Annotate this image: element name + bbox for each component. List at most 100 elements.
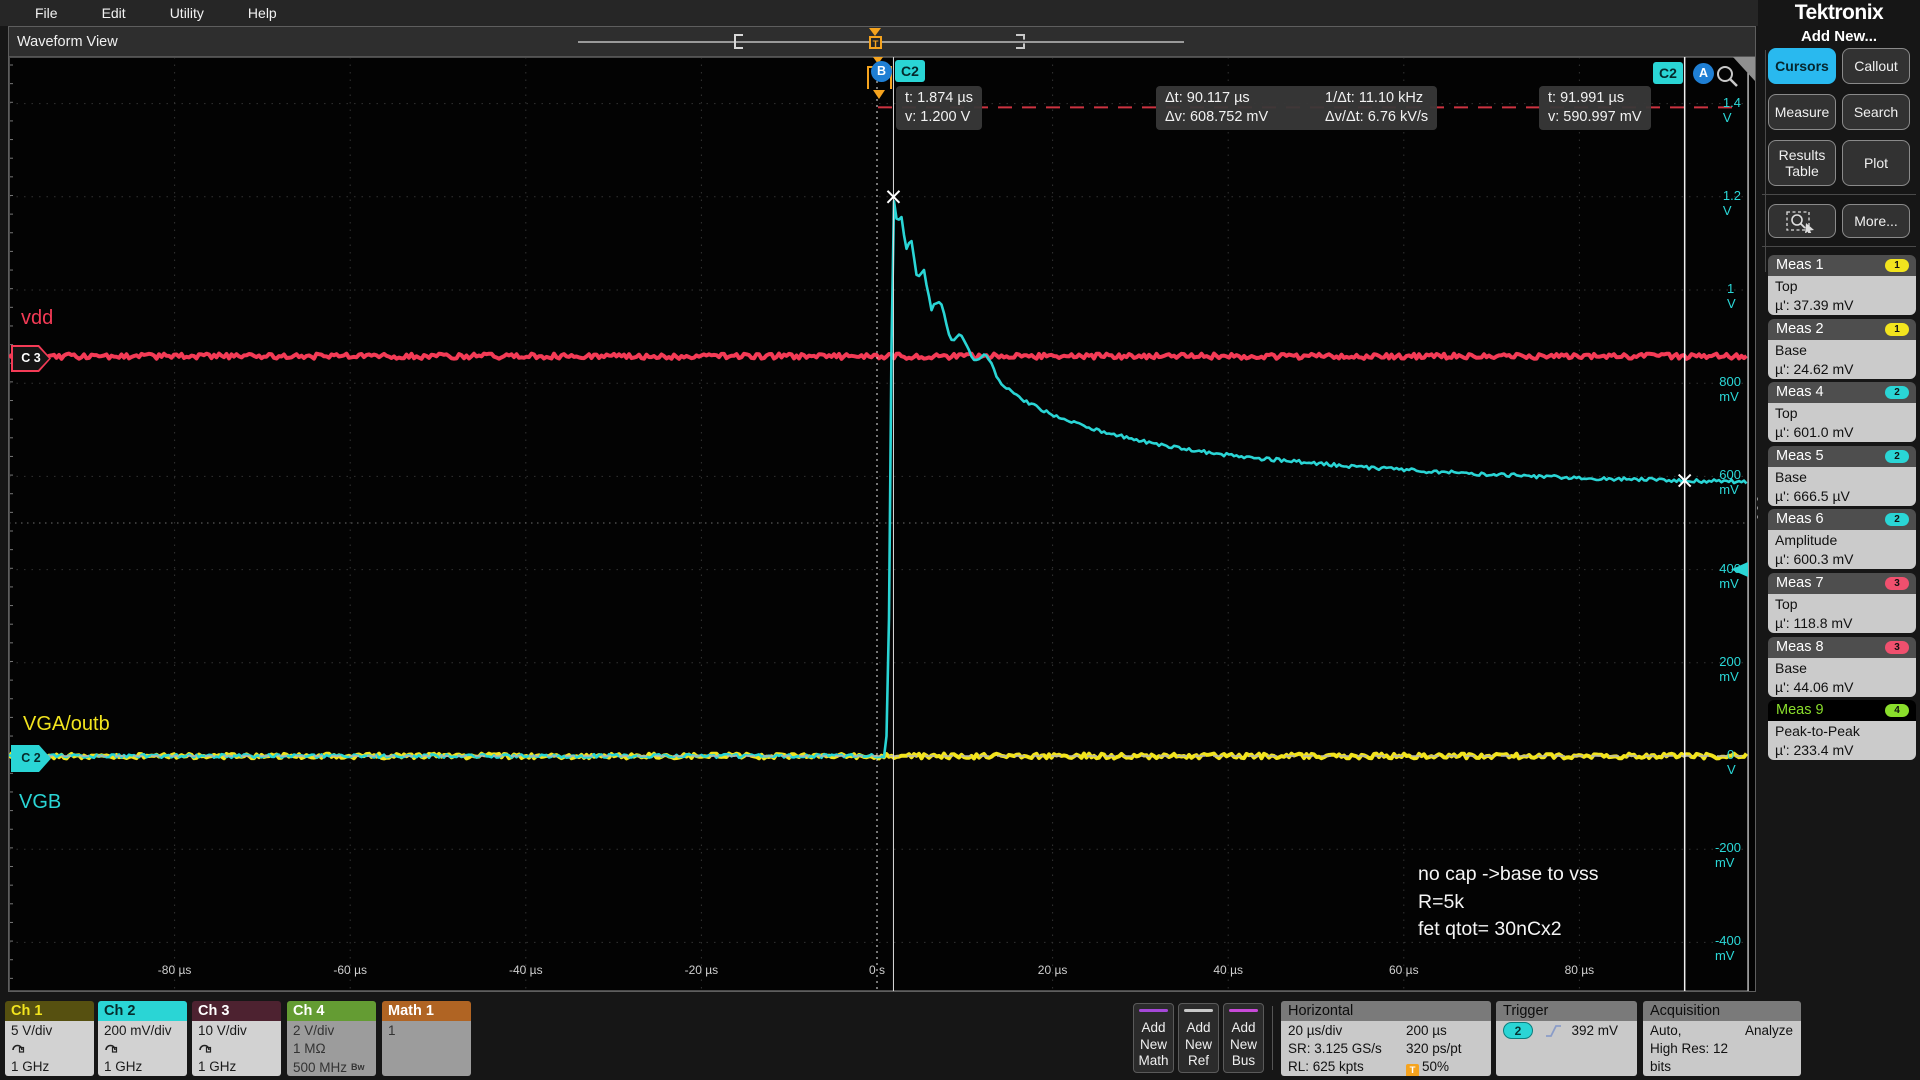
channel-info-row: 500 MHzBw <box>293 1058 376 1076</box>
meas-type: Top <box>1775 277 1916 296</box>
meas-card-header: Meas 83 <box>1768 637 1916 658</box>
y-axis-tick: 1.4 V <box>1723 95 1741 125</box>
x-axis-tick: 80 µs <box>1565 963 1595 977</box>
meas-type: Base <box>1775 468 1916 487</box>
channel-info-row: 1 GHz <box>198 1058 281 1076</box>
meas-value: µ': 600.3 mV <box>1775 550 1916 569</box>
channel-badge-ch2[interactable]: Ch 2200 mV/div1 GHz <box>98 1001 187 1076</box>
meas-type: Peak-to-Peak <box>1775 722 1916 741</box>
meas-type: Top <box>1775 404 1916 423</box>
meas-card-1[interactable]: Meas 1 1 Topµ': 37.39 mV <box>1768 255 1916 315</box>
sidebar-button-zoom-select[interactable] <box>1768 204 1836 238</box>
sidebar-button-label: Cursors <box>1775 58 1829 74</box>
meas-card-7[interactable]: Meas 83Baseµ': 44.06 mV <box>1768 637 1916 697</box>
x-axis-tick: 0 s <box>869 963 885 977</box>
sidebar-button-plot[interactable]: Plot <box>1842 140 1910 186</box>
channel-header: Ch 2 <box>98 1001 187 1021</box>
trigger-title: Trigger <box>1496 1001 1637 1021</box>
cursor-b-handle-badge[interactable]: B <box>871 61 892 82</box>
add-button-label: Add New Bus <box>1227 1020 1261 1070</box>
channel-body: 1 <box>382 1021 471 1076</box>
channel-info-text: 500 MHz <box>293 1060 347 1075</box>
meas-value: µ': 37.39 mV <box>1775 296 1916 315</box>
meas-source-badge: 1 <box>1885 259 1909 272</box>
horizontal-left-value: RL: 625 kpts <box>1288 1058 1406 1076</box>
trigger-position-icon[interactable]: T <box>869 36 882 49</box>
sidebar-button-search[interactable]: Search <box>1842 94 1910 130</box>
slew-rate: Δv/Δt: 6.76 kV/s <box>1325 108 1428 127</box>
trigger-pos-percent: 50% <box>1422 1059 1449 1074</box>
delta-voltage: Δv: 608.752 mV <box>1165 108 1315 127</box>
channel-badge-ch3[interactable]: Ch 310 V/div1 GHz <box>192 1001 281 1076</box>
zoom-magnifier-icon[interactable] <box>1715 64 1741 90</box>
channel-body: 5 V/div1 GHz <box>5 1021 94 1076</box>
meas-card-body: Baseµ': 44.06 mV <box>1768 658 1916 697</box>
trigger-position-arrow[interactable] <box>869 28 881 36</box>
view-right-bracket[interactable] <box>1016 34 1025 49</box>
trigger-expansion-arrow[interactable] <box>873 90 885 99</box>
channel-badge-ch1[interactable]: Ch 15 V/div1 GHz <box>5 1001 94 1076</box>
x-axis-tick: -20 µs <box>685 963 719 977</box>
sidebar-button-label: Callout <box>1854 58 1898 74</box>
meas-card-5[interactable]: Meas 62Amplitudeµ': 600.3 mV <box>1768 509 1916 569</box>
channel-info-row <box>104 1040 187 1058</box>
meas-name: Meas 2 <box>1776 321 1824 337</box>
waveform-view-title[interactable]: Waveform View <box>17 27 118 57</box>
meas-card-4[interactable]: Meas 52Baseµ': 666.5 µV <box>1768 446 1916 506</box>
cursor-b-voltage: v: 590.997 mV <box>1548 108 1642 127</box>
channel-info-text: 1 GHz <box>104 1059 142 1074</box>
channel-badge-math1[interactable]: Math 11 <box>382 1001 471 1076</box>
meas-card-6[interactable]: Meas 73Topµ': 118.8 mV <box>1768 573 1916 633</box>
horizontal-right-value: 320 ps/pt <box>1406 1040 1491 1058</box>
y-axis-tick: 400 mV <box>1719 561 1741 591</box>
meas-type: Base <box>1775 659 1916 678</box>
cursor-a-readout[interactable]: t: 1.874 µs v: 1.200 V <box>896 86 982 130</box>
add-new-bus-button[interactable]: Add New Bus <box>1223 1003 1264 1073</box>
waveform-view-tabbar: Waveform View T <box>9 27 1755 57</box>
add-new-ref-button[interactable]: Add New Ref <box>1178 1003 1219 1073</box>
horizontal-right-value: T50% <box>1406 1058 1491 1076</box>
meas-source-badge: 2 <box>1885 386 1909 399</box>
channel-body: 200 mV/div1 GHz <box>98 1021 187 1076</box>
meas-value: µ': 601.0 mV <box>1775 423 1916 442</box>
x-axis-tick: -40 µs <box>509 963 543 977</box>
channel-body: 2 V/div1 MΩ500 MHzBw <box>287 1021 376 1076</box>
meas-name: Meas 1 <box>1776 257 1824 273</box>
callout-annotation[interactable]: no cap ->base to vss R=5k fet qtot= 30nC… <box>1418 861 1598 944</box>
sidebar-button-callout[interactable]: Callout <box>1842 48 1910 84</box>
horizontal-panel[interactable]: Horizontal 20 µs/div200 µsSR: 3.125 GS/s… <box>1281 1001 1491 1076</box>
horizontal-row: RL: 625 kptsT50% <box>1288 1058 1491 1076</box>
trigger-panel[interactable]: Trigger 2 392 mV <box>1496 1001 1637 1076</box>
channel-info-text: 10 V/div <box>198 1023 247 1038</box>
meas-card-8[interactable]: Meas 94Peak-to-Peakµ': 233.4 mV <box>1768 700 1916 760</box>
menu-item-edit[interactable]: Edit <box>81 5 147 21</box>
meas-card-2[interactable]: Meas 21Baseµ': 24.62 mV <box>1768 319 1916 379</box>
cursor-b-readout[interactable]: t: 91.991 µs v: 590.997 mV <box>1539 86 1651 130</box>
add-new-math-button[interactable]: Add New Math <box>1133 1003 1174 1073</box>
probe-icon <box>104 1041 118 1053</box>
sidebar-button-results-table[interactable]: Results Table <box>1768 140 1836 186</box>
sidebar-button-measure[interactable]: Measure <box>1768 94 1836 130</box>
cursor-a-handle-badge[interactable]: A <box>1693 63 1714 84</box>
trace-vgb[interactable] <box>9 201 1747 758</box>
sidebar-edge <box>1765 50 1766 272</box>
meas-name: Meas 7 <box>1776 575 1824 591</box>
meas-card-3[interactable]: Meas 42Topµ': 601.0 mV <box>1768 382 1916 442</box>
acquisition-panel[interactable]: Acquisition Auto,AnalyzeHigh Res: 12 bit… <box>1643 1001 1801 1076</box>
menu-item-file[interactable]: File <box>14 5 79 21</box>
sidebar-button-cursors[interactable]: Cursors <box>1768 48 1836 84</box>
x-axis-tick: 20 µs <box>1038 963 1068 977</box>
cursor-delta-readout[interactable]: Δt: 90.117 µs 1/Δt: 11.10 kHz Δv: 608.75… <box>1156 86 1437 130</box>
view-left-bracket[interactable] <box>734 34 743 49</box>
meas-source-badge: 1 <box>1885 323 1909 336</box>
menu-item-help[interactable]: Help <box>227 5 298 21</box>
menu-item-utility[interactable]: Utility <box>149 5 225 21</box>
channel-badge-ch4[interactable]: Ch 42 V/div1 MΩ500 MHzBw <box>287 1001 376 1076</box>
sidebar-divider-2 <box>1762 246 1916 247</box>
sidebar-button-more[interactable]: More... <box>1842 204 1910 238</box>
meas-card-body: Topµ': 118.8 mV <box>1768 594 1916 633</box>
channel-info-text: 5 V/div <box>11 1023 52 1038</box>
trace-vdd[interactable] <box>9 354 1747 359</box>
graticule-area[interactable]: B C2 C2 A t: 1.874 µs v: 1.200 V Δt: 90.… <box>9 57 1755 991</box>
waveform-canvas[interactable] <box>9 57 1755 991</box>
